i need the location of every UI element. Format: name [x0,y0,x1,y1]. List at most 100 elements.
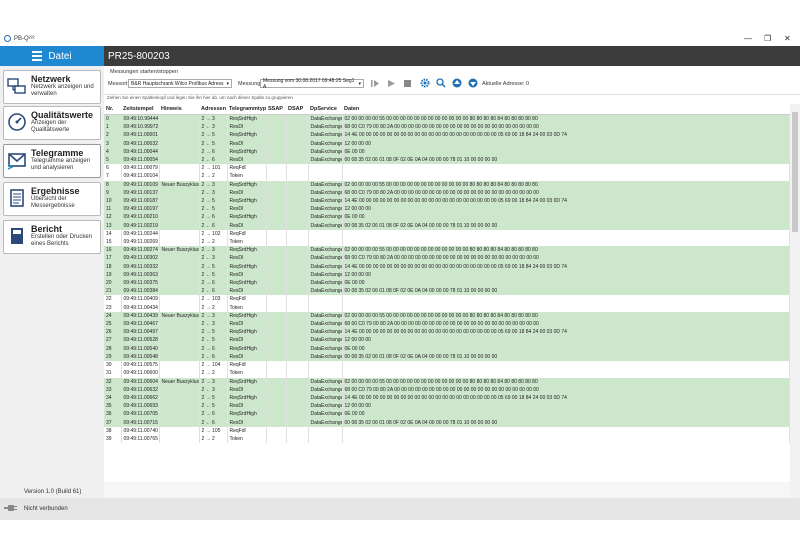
table-cell: ResDl [227,270,267,280]
table-cell [286,385,309,394]
table-row[interactable]: 5 09:49:11.00054 2 ← 6 ResDl DataExchange 00 … [104,156,790,165]
table-cell [286,188,309,198]
table-cell: Neuer Buszyklus [159,311,200,321]
table-row[interactable]: 20 09:49:11.00375 2 → 6 ReqSrdHigh DataExcha… [104,279,790,288]
table-row[interactable]: 23 09:49:11.00434 2 → 2 Token [104,303,790,312]
close-button[interactable]: ✕ [784,34,791,43]
column-header[interactable]: DpService [308,104,342,115]
table-row[interactable]: 26 09:49:11.00497 2 → 5 ReqSrdHigh DataExcha… [104,328,790,337]
stop-button[interactable] [402,78,412,88]
table-cell: 09:49:10.99972 [121,123,160,132]
table-row[interactable]: 13 09:49:11.00219 2 ← 6 ResDl DataExchange 00… [104,221,790,230]
table-row[interactable]: 15 09:49:11.00269 2 → 2 Token [104,238,790,247]
table-row[interactable]: 30 09:49:11.00575 2 → 104 ReqFdl [104,361,790,370]
table-row[interactable]: 8 09:49:11.00109 Neuer Buszyklus 2 → 3 ReqSr… [104,180,790,189]
table-cell: 23 [104,303,122,312]
table-row[interactable]: 1 09:49:10.99972 2 ← 3 ResDl DataExchange 68 … [104,123,790,132]
table-cell: 10 [104,197,122,206]
settings-gear-icon[interactable] [420,78,430,88]
table-cell: 68 00 C0 79 00 80 2A 00 00 00 00 00 00 0… [342,254,790,263]
column-header[interactable]: Nr. [104,104,121,115]
table-row[interactable]: 19 09:49:11.00363 2 ← 5 ResDl DataExchange 12… [104,270,790,280]
table-row[interactable]: 14 09:49:11.00244 2 → 102 ReqFdl [104,229,790,239]
table-row[interactable]: 0 09:49:10.99444 2 → 3 ReqSrdHigh DataExchan… [104,114,790,124]
table-cell: 2 → 104 [199,361,228,370]
table-cell [286,262,309,271]
table-cell [266,213,287,222]
table-cell [159,197,200,206]
table-cell: Neuer Buszyklus [159,377,200,386]
sidebar-item-ergebnisse[interactable]: Ergebnisse Übersicht der Messergebnisse [3,182,101,216]
table-row[interactable]: 21 09:49:11.00384 2 ← 6 ResDl DataExchange 00… [104,287,790,296]
table-cell [342,303,790,312]
table-row[interactable]: 39 09:49:11.00765 2 → 2 Token [104,434,790,444]
arrow-down-icon[interactable] [468,78,478,88]
table-row[interactable]: 25 09:49:11.00467 2 ← 3 ResDl DataExchange 68… [104,320,790,329]
skip-start-button[interactable] [370,78,380,88]
table-row[interactable]: 18 09:49:11.00332 2 → 5 ReqSrdHigh DataExcha… [104,262,790,271]
table-row[interactable]: 16 09:49:11.00274 Neuer Buszyklus 2 → 3 ReqS… [104,246,790,255]
table-row[interactable]: 17 09:49:11.00302 2 ← 3 ResDl DataExchange 68… [104,254,790,263]
column-header[interactable]: SSAP [266,104,286,115]
messort-select[interactable]: B&R Hauptschrank Wilco Profibus Adress ▾ [128,79,232,88]
column-header[interactable]: Telegrammtyp [227,104,266,115]
table-row[interactable]: 37 09:49:11.00715 2 ← 6 ResDl DataExchange 00… [104,418,790,427]
column-header[interactable]: Daten [342,104,790,115]
table-cell: ResDl [227,221,267,230]
table-row[interactable]: 7 09:49:11.00104 2 → 2 Token [104,172,790,181]
column-header[interactable]: Hinweis [159,104,199,115]
table-cell: DataExchange [308,279,343,288]
table-cell [286,131,309,140]
table-row[interactable]: 2 09:49:11.00001 2 → 5 ReqSrdHigh DataExchan… [104,131,790,140]
column-header[interactable]: Adressen [199,104,227,115]
sidebar-item-telegramme[interactable]: Telegramme Telegramme anzeigen und analys… [3,144,101,178]
table-cell [159,131,200,140]
table-row[interactable]: 12 09:49:11.00210 2 → 6 ReqSrdHigh DataExcha… [104,213,790,222]
table-cell: DataExchange [308,139,343,148]
table-cell [286,221,309,230]
table-row[interactable]: 4 09:49:11.00044 2 → 6 ReqSrdHigh DataExchan… [104,147,790,157]
table-row[interactable]: 10 09:49:11.00187 2 → 5 ReqSrdHigh DataExcha… [104,197,790,206]
table-row[interactable]: 22 09:49:11.00409 2 → 103 ReqFdl [104,295,790,304]
table-cell [266,262,287,271]
table-cell: 00 08 35 02 06 01 08 0F 02 0E 0A 04 00 0… [342,287,790,296]
table-row[interactable]: 34 09:49:11.00662 2 → 5 ReqSrdHigh DataExcha… [104,393,790,403]
table-cell [159,328,200,337]
table-cell: 00 08 35 02 06 01 08 0F 02 0E 0A 04 00 0… [342,352,790,362]
table-row[interactable]: 9 09:49:11.00137 2 ← 3 ResDl DataExchange 68 … [104,188,790,198]
table-cell: ReqSrdHigh [227,344,267,353]
table-row[interactable]: 27 09:49:11.00528 2 ← 5 ResDl DataExchange 12… [104,336,790,345]
table-row[interactable]: 3 09:49:11.00032 2 ← 5 ResDl DataExchange 12 … [104,139,790,148]
table-row[interactable]: 24 09:49:11.00439 Neuer Buszyklus 2 → 3 ReqS… [104,311,790,321]
table-row[interactable]: 38 09:49:11.00740 2 → 105 ReqFdl [104,426,790,435]
table-row[interactable]: 32 09:49:11.00604 Neuer Buszyklus 2 → 3 ReqS… [104,377,790,386]
sidebar-item-netzwerk[interactable]: Netzwerk Netzwerk anzeigen und verwalten [3,70,101,104]
table-cell [342,369,790,378]
messung-select[interactable]: Messung vom 30.08.2017 09:48:25 Seg1 A ▾ [260,78,364,90]
table-row[interactable]: 6 09:49:11.00079 2 → 101 ReqFdl [104,164,790,173]
table-cell: 09:49:11.00079 [121,164,160,173]
table-row[interactable]: 36 09:49:11.00705 2 → 6 ReqSrdHigh DataExcha… [104,410,790,419]
scrollbar-thumb[interactable] [792,112,798,232]
arrow-up-icon[interactable] [452,78,462,88]
table-row[interactable]: 31 09:49:11.00600 2 → 2 Token [104,369,790,378]
table-row[interactable]: 29 09:49:11.00548 2 ← 6 ResDl DataExchange 00… [104,352,790,362]
column-header[interactable]: Zeitstempel [121,104,159,115]
table-row[interactable]: 11 09:49:11.00197 2 ← 5 ResDl DataExchange 12… [104,205,790,214]
table-cell [308,426,343,435]
table-row[interactable]: 28 09:49:11.00540 2 → 6 ReqSrdHigh DataExcha… [104,344,790,353]
restore-button[interactable]: ❐ [764,34,771,43]
sidebar-item-qualitaetswerte[interactable]: Qualitätswerte Anzeigen der Qualitätswert… [3,106,101,140]
play-button[interactable] [386,78,396,88]
table-cell: 09:49:11.00528 [121,336,160,345]
search-icon[interactable] [436,78,446,88]
sidebar-item-bericht[interactable]: Bericht Erstellen oder Drucken eines Beri… [3,220,101,254]
table-row[interactable]: 35 09:49:11.00693 2 ← 5 ResDl DataExchange 12… [104,402,790,411]
table-row[interactable]: 33 09:49:11.00632 2 ← 3 ResDl DataExchange 68… [104,385,790,394]
minimize-button[interactable]: — [744,34,752,43]
table-cell: 2 ← 5 [199,270,228,280]
datei-menu-button[interactable]: Datei [0,46,104,66]
column-header[interactable]: DSAP [286,104,308,115]
table-cell: 0E 00 00 [342,213,790,222]
sidebar-item-subtitle: Anzeigen der Qualitätswerte [31,120,70,133]
